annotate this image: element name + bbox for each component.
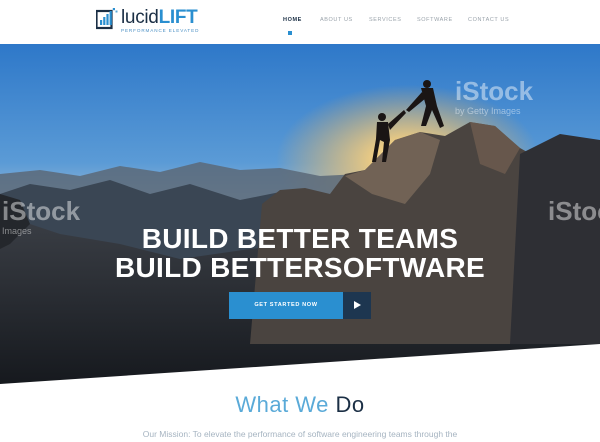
what-we-do-title: What We Do [0, 392, 600, 418]
nav-item-software[interactable]: SOFTWARE [417, 17, 453, 23]
nav-item-services[interactable]: SERVICES [369, 17, 402, 23]
nav-item-home[interactable]: HOME [283, 17, 302, 23]
hero-banner: iStock by Getty Images iStock Images iSt… [0, 44, 600, 384]
nav-active-indicator [288, 31, 292, 35]
main-nav: HOME ABOUT US SERVICES SOFTWARE CONTACT … [0, 17, 600, 29]
nav-item-contact-us[interactable]: CONTACT US [468, 17, 509, 23]
site-header: lucidLIFT PERFORMANCE ELEVATED HOME ABOU… [0, 0, 600, 44]
title-do: Do [335, 392, 365, 417]
hero-slant-divider [0, 344, 600, 384]
mission-statement: Our Mission: To elevate the performance … [142, 429, 458, 439]
nav-item-about-us[interactable]: ABOUT US [320, 17, 353, 23]
title-what-we: What We [235, 392, 329, 417]
